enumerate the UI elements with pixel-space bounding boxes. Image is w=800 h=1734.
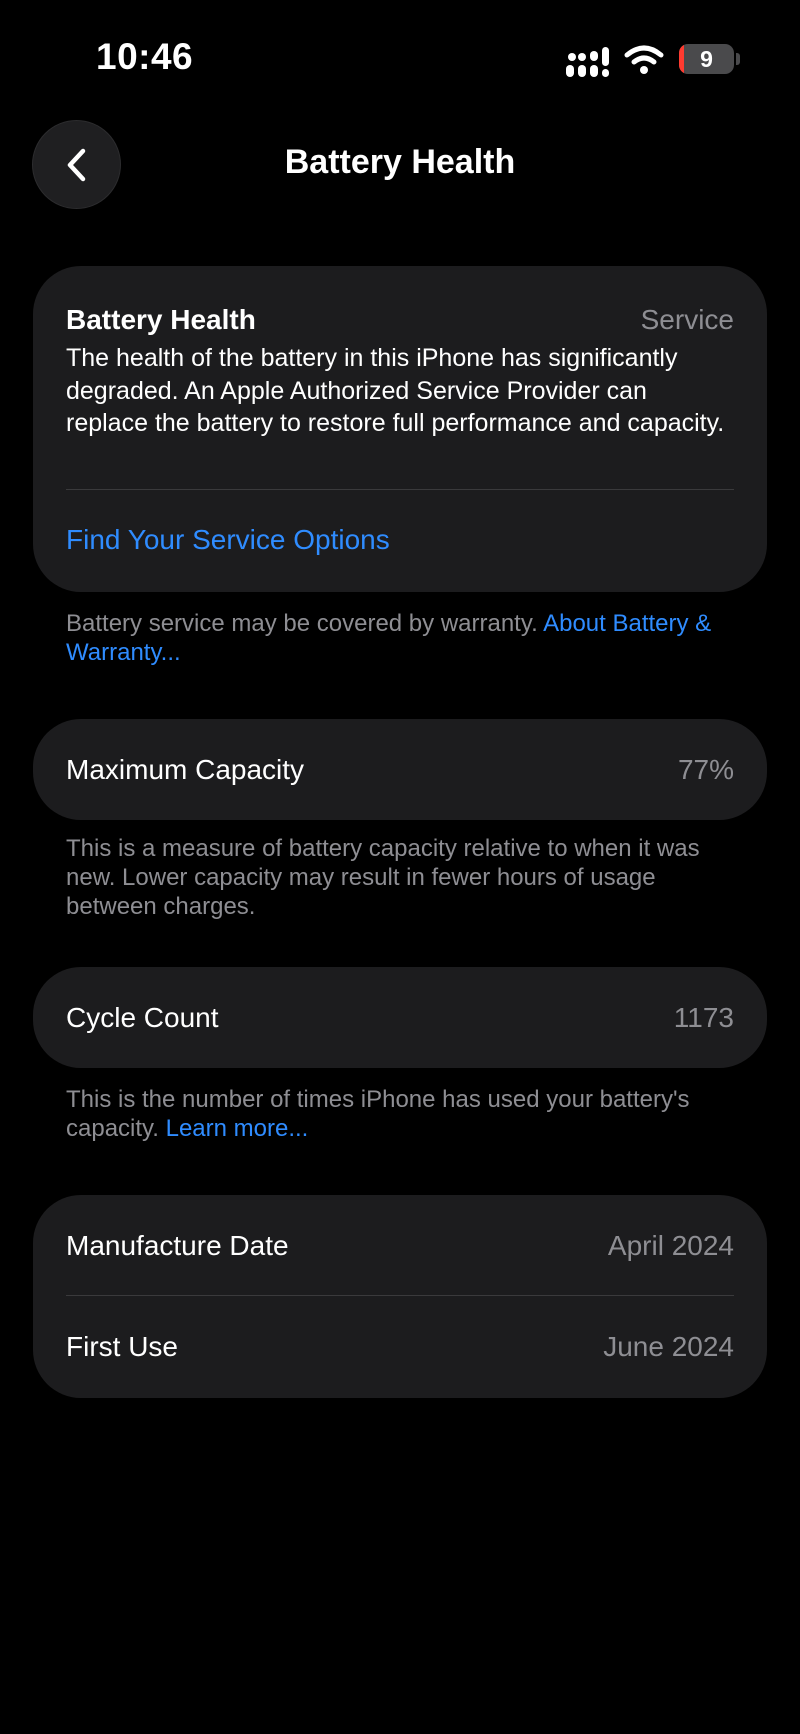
battery-health-header: Battery Health Service [66, 304, 734, 336]
page-title: Battery Health [284, 143, 516, 181]
cycle-count-card: Cycle Count 1173 [33, 967, 767, 1068]
cycle-count-value: 1173 [673, 1001, 734, 1033]
warranty-footnote: Battery service may be covered by warran… [66, 609, 726, 667]
find-service-options-link[interactable]: Find Your Service Options [66, 524, 390, 556]
cycle-count-footnote-text: This is the number of times iPhone has u… [66, 1086, 690, 1142]
first-use-label: First Use [66, 1330, 178, 1362]
wifi-icon [624, 45, 664, 74]
status-bar: 10:46 9 [0, 0, 800, 120]
battery-health-card: Battery Health Service The health of the… [33, 266, 767, 592]
learn-more-link[interactable]: Learn more... [166, 1115, 309, 1142]
battery-health-title: Battery Health [66, 304, 256, 335]
cycle-count-label: Cycle Count [66, 1001, 219, 1033]
dates-card: Manufacture Date April 2024 First Use Ju… [33, 1195, 767, 1398]
cycle-count-footnote: This is the number of times iPhone has u… [66, 1085, 726, 1143]
battery-icon: 9 [679, 44, 734, 74]
maximum-capacity-footnote: This is a measure of battery capacity re… [66, 835, 700, 920]
divider [66, 489, 734, 490]
battery-health-status: Service [640, 304, 734, 335]
battery-cap [736, 53, 740, 65]
cellular-signal-icon [566, 47, 609, 77]
warranty-text: Battery service may be covered by warran… [66, 610, 538, 637]
manufacture-date-value: April 2024 [607, 1229, 734, 1261]
cycle-count-row: Cycle Count 1173 [66, 967, 734, 1068]
status-time: 10:46 [96, 36, 194, 77]
manufacture-date-row: Manufacture Date April 2024 [66, 1195, 734, 1296]
maximum-capacity-value: 77% [677, 753, 734, 785]
first-use-value: June 2024 [603, 1330, 734, 1362]
manufacture-date-label: Manufacture Date [66, 1229, 289, 1261]
battery-health-description: The health of the battery in this iPhone… [66, 344, 725, 437]
maximum-capacity-label: Maximum Capacity [66, 753, 305, 785]
first-use-row: First Use June 2024 [66, 1296, 734, 1397]
battery-level-text: 9 [700, 45, 713, 72]
maximum-capacity-row: Maximum Capacity 77% [66, 719, 734, 820]
maximum-capacity-card: Maximum Capacity 77% [33, 719, 767, 820]
